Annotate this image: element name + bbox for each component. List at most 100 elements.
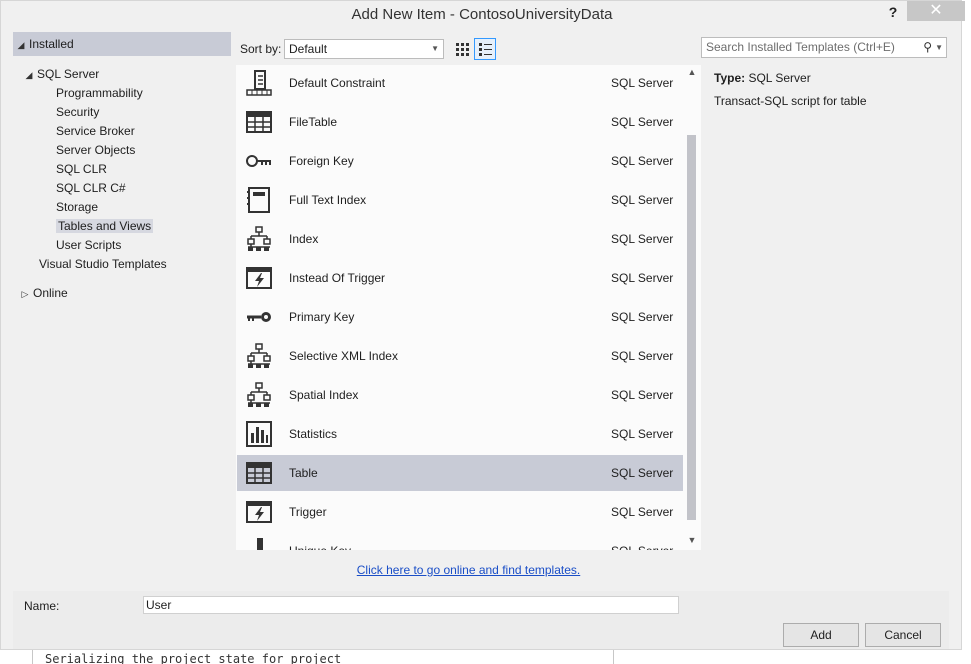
collapsed-arrow-icon: ▷ bbox=[21, 289, 29, 299]
name-input[interactable]: User bbox=[143, 596, 679, 614]
template-category: SQL Server bbox=[611, 154, 674, 168]
list-view-icon bbox=[479, 43, 492, 56]
tree-node-sql-server[interactable]: ◢ SQL Server bbox=[21, 65, 100, 84]
hierarchy-icon bbox=[246, 382, 272, 408]
online-templates-link[interactable]: Click here to go online and find templat… bbox=[1, 563, 936, 577]
template-name: Statistics bbox=[289, 427, 338, 441]
tree-node-user-scripts[interactable]: User Scripts bbox=[56, 236, 121, 255]
tree-node-label: Tables and Views bbox=[56, 219, 154, 233]
template-item-instead-of-trigger[interactable]: Instead Of Trigger SQL Server bbox=[237, 260, 683, 296]
tree-node-sql-clr[interactable]: SQL CLR bbox=[56, 160, 107, 179]
template-list-scrollbar[interactable]: ▲ ▼ bbox=[683, 65, 701, 550]
template-description: Transact-SQL script for table bbox=[714, 94, 867, 108]
template-name: FileTable bbox=[289, 115, 338, 129]
template-category: SQL Server bbox=[611, 427, 674, 441]
type-label: Type: bbox=[714, 71, 746, 85]
tree-node-label: Programmability bbox=[56, 86, 143, 100]
template-item-table[interactable]: Table SQL Server bbox=[237, 455, 683, 491]
search-icon[interactable]: ⚲ bbox=[923, 38, 932, 57]
full-text-index-icon bbox=[246, 187, 272, 213]
template-category: SQL Server bbox=[611, 310, 674, 324]
template-name: Index bbox=[289, 232, 319, 246]
close-button[interactable]: ✕ bbox=[907, 1, 965, 21]
background-pane bbox=[613, 650, 929, 664]
template-name: Foreign Key bbox=[289, 154, 354, 168]
template-category: SQL Server bbox=[611, 271, 674, 285]
template-details-panel: Type: SQL Server Transact-SQL script for… bbox=[714, 71, 944, 108]
tree-node-label: Online bbox=[33, 286, 68, 300]
template-type: Type: SQL Server bbox=[714, 71, 944, 89]
table-icon bbox=[246, 109, 272, 135]
template-item-default-constraint[interactable]: Default Constraint SQL Server bbox=[237, 65, 683, 101]
small-icons-view-button[interactable] bbox=[451, 38, 473, 60]
dialog-title: Add New Item - ContosoUniversityData bbox=[351, 6, 613, 23]
cancel-button[interactable]: Cancel bbox=[865, 623, 941, 647]
tree-node-visual-studio-templates[interactable]: Visual Studio Templates bbox=[39, 255, 167, 274]
background-output-text: Serializing the project state for projec… bbox=[32, 650, 590, 664]
template-category: SQL Server bbox=[611, 388, 674, 402]
template-item-trigger[interactable]: Trigger SQL Server bbox=[237, 494, 683, 530]
template-category: SQL Server bbox=[611, 505, 674, 519]
tree-node-server-objects[interactable]: Server Objects bbox=[56, 141, 135, 160]
hierarchy-icon bbox=[246, 343, 272, 369]
tree-node-programmability[interactable]: Programmability bbox=[56, 84, 143, 103]
statistics-icon bbox=[246, 421, 272, 447]
tree-node-installed[interactable]: ◢ Installed bbox=[13, 32, 231, 56]
template-name: Trigger bbox=[289, 505, 327, 519]
sort-by-label: Sort by: bbox=[240, 42, 282, 56]
tree-node-label: Installed bbox=[29, 37, 74, 51]
search-options-arrow-icon[interactable]: ▼ bbox=[935, 38, 943, 57]
expanded-arrow-icon: ◢ bbox=[17, 40, 25, 50]
template-item-foreign-key[interactable]: Foreign Key SQL Server bbox=[237, 143, 683, 179]
template-item-filetable[interactable]: FileTable SQL Server bbox=[237, 104, 683, 140]
unique-key-icon bbox=[246, 538, 272, 550]
template-category: SQL Server bbox=[611, 76, 674, 90]
primary-key-icon bbox=[246, 304, 272, 330]
tree-node-storage[interactable]: Storage bbox=[56, 198, 98, 217]
template-category: SQL Server bbox=[611, 544, 673, 550]
template-item-primary-key[interactable]: Primary Key SQL Server bbox=[237, 299, 683, 335]
template-list: Default Constraint SQL Server FileTable SQL… bbox=[236, 65, 701, 550]
scroll-down-arrow-icon[interactable]: ▼ bbox=[683, 535, 701, 545]
tree-node-label: SQL CLR C# bbox=[56, 181, 126, 195]
tree-node-label: Service Broker bbox=[56, 124, 135, 138]
template-item-full-text-index[interactable]: Full Text Index SQL Server bbox=[237, 182, 683, 218]
search-templates-input[interactable]: Search Installed Templates (Ctrl+E) ⚲ ▼ bbox=[701, 37, 947, 58]
sort-by-select[interactable]: Default ▼ bbox=[284, 39, 444, 59]
tree-node-online[interactable]: ▷ Online bbox=[17, 284, 68, 303]
template-name: Table bbox=[289, 466, 318, 480]
key-icon bbox=[246, 148, 272, 174]
template-category: SQL Server bbox=[611, 193, 674, 207]
search-placeholder: Search Installed Templates (Ctrl+E) bbox=[706, 40, 895, 54]
template-item-selective-xml-index[interactable]: Selective XML Index SQL Server bbox=[237, 338, 683, 374]
help-button[interactable]: ? bbox=[881, 1, 905, 23]
template-name: Unique Key bbox=[289, 544, 351, 550]
tree-node-label: User Scripts bbox=[56, 238, 122, 252]
scrollbar-thumb[interactable] bbox=[687, 135, 696, 520]
template-name: Full Text Index bbox=[289, 193, 367, 207]
title-bar: Add New Item - ContosoUniversityData ? ✕ bbox=[1, 1, 965, 31]
tree-node-tables-and-views[interactable]: Tables and Views bbox=[56, 217, 154, 236]
tree-node-security[interactable]: Security bbox=[56, 103, 99, 122]
template-item-spatial-index[interactable]: Spatial Index SQL Server bbox=[237, 377, 683, 413]
template-name: Spatial Index bbox=[289, 388, 359, 402]
hierarchy-icon bbox=[246, 226, 272, 252]
dropdown-arrow-icon: ▼ bbox=[431, 44, 439, 53]
tree-node-label: SQL CLR bbox=[56, 162, 107, 176]
template-item-unique-key[interactable]: Unique Key SQL Server bbox=[237, 533, 683, 550]
template-name: Primary Key bbox=[289, 310, 355, 324]
template-item-index[interactable]: Index SQL Server bbox=[237, 221, 683, 257]
tree-node-service-broker[interactable]: Service Broker bbox=[56, 122, 135, 141]
add-button[interactable]: Add bbox=[783, 623, 859, 647]
tree-node-label: Security bbox=[56, 105, 100, 119]
scroll-up-arrow-icon[interactable]: ▲ bbox=[683, 67, 701, 77]
template-category-tree: ◢ Installed ◢ SQL Server Programmability Se… bbox=[13, 32, 232, 562]
expanded-arrow-icon: ◢ bbox=[25, 70, 33, 80]
template-name: Default Constraint bbox=[289, 76, 386, 90]
trigger-icon bbox=[246, 265, 272, 291]
template-category: SQL Server bbox=[611, 115, 674, 129]
details-view-button[interactable] bbox=[474, 38, 496, 60]
template-item-statistics[interactable]: Statistics SQL Server bbox=[237, 416, 683, 452]
tree-node-sql-clr-c[interactable]: SQL CLR C# bbox=[56, 179, 126, 198]
default-constraint-icon bbox=[246, 70, 272, 96]
